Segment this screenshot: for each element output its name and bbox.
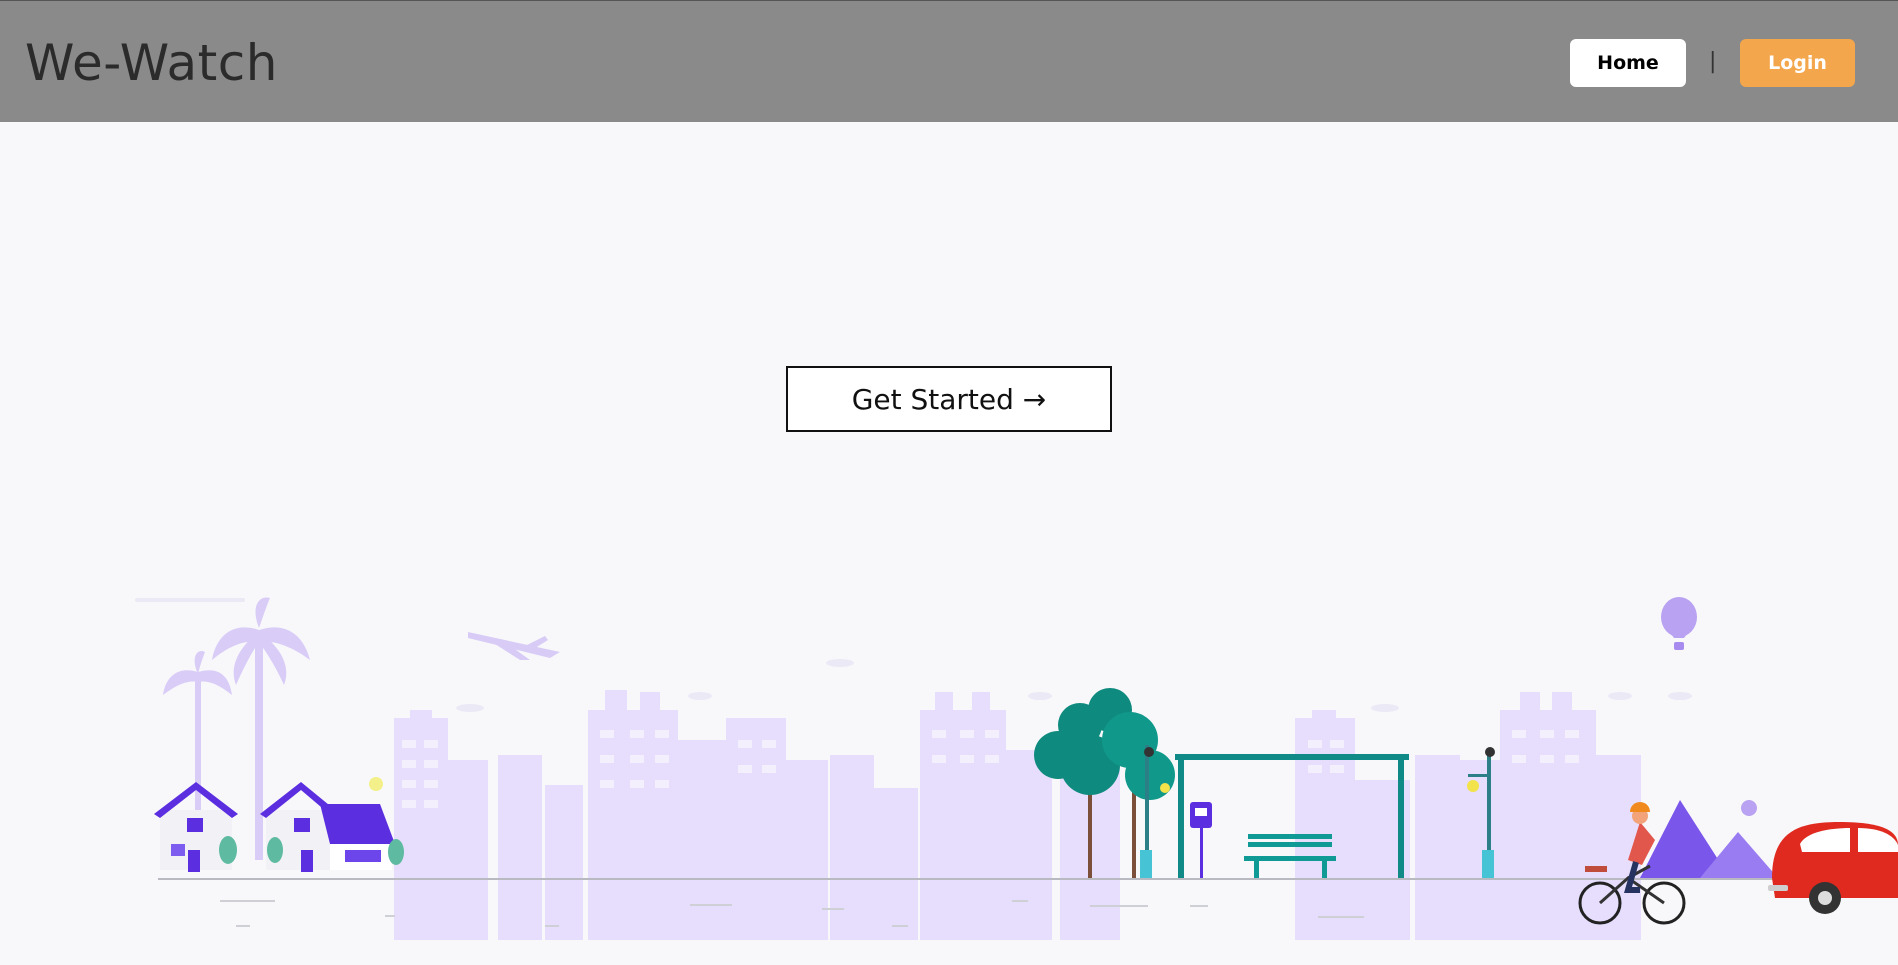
brand-logo[interactable]: We-Watch	[25, 33, 278, 93]
nav-separator: |	[1709, 49, 1717, 74]
red-car-icon	[1768, 822, 1898, 914]
city-illustration	[135, 597, 1898, 940]
airplane-icon	[468, 632, 560, 660]
houses	[154, 777, 404, 872]
navbar: We-Watch Home | Login	[0, 0, 1898, 122]
clouds	[135, 598, 1692, 712]
home-button[interactable]: Home	[1570, 39, 1686, 87]
hot-air-balloon-icon	[1661, 597, 1697, 650]
get-started-button[interactable]: Get Started →	[786, 366, 1112, 432]
mountains	[1640, 800, 1778, 878]
city-skyline	[394, 690, 1641, 940]
ground-line	[158, 878, 1778, 880]
login-button[interactable]: Login	[1740, 39, 1855, 87]
